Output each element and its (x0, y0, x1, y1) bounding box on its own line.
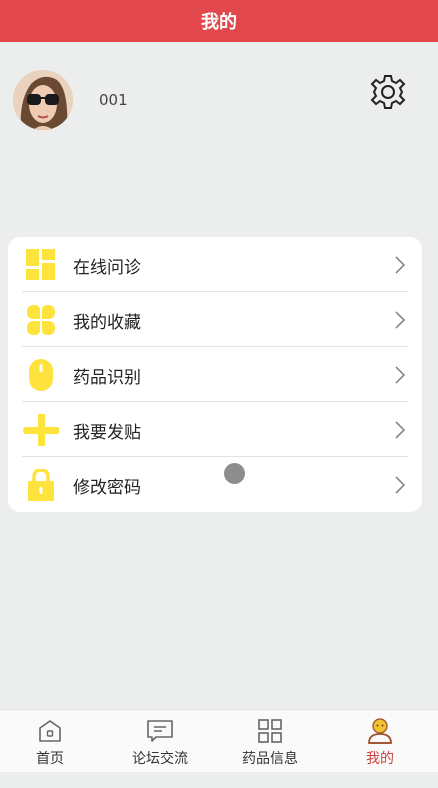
tab-label: 药品信息 (242, 751, 298, 767)
chevron-right-icon (394, 310, 406, 330)
tab-mine[interactable]: 我的 (325, 710, 435, 773)
lock-icon (23, 468, 59, 501)
bottom-tab-bar: 首页 论坛交流 药品信息 我的 (0, 709, 438, 772)
username: 001 (99, 91, 128, 109)
menu-card: 在线问诊 我的收藏 药品识别 我要发贴 修改密码 (8, 237, 422, 512)
touch-indicator (224, 463, 245, 484)
user-icon (366, 718, 394, 744)
page-title: 我的 (201, 12, 237, 33)
plus-icon (23, 412, 60, 448)
clover-icon (23, 304, 59, 336)
chevron-right-icon (394, 420, 406, 440)
mouse-icon (23, 359, 59, 391)
tab-label: 首页 (36, 751, 64, 767)
menu-item-label: 药品识别 (73, 368, 141, 388)
tab-forum[interactable]: 论坛交流 (105, 710, 215, 773)
tab-drug-info[interactable]: 药品信息 (215, 710, 325, 773)
menu-item-new-post[interactable]: 我要发贴 (8, 402, 422, 457)
tab-label: 论坛交流 (132, 751, 188, 767)
home-icon (36, 718, 64, 744)
profile-section: 001 (0, 42, 438, 162)
tab-home[interactable]: 首页 (0, 710, 105, 773)
menu-item-change-password[interactable]: 修改密码 (8, 457, 422, 512)
avatar[interactable] (13, 70, 73, 130)
page-header: 我的 (0, 0, 438, 42)
menu-item-drug-recognition[interactable]: 药品识别 (8, 347, 422, 402)
chevron-right-icon (394, 365, 406, 385)
grid-blocks-icon (23, 249, 59, 281)
grid-icon (256, 718, 284, 744)
menu-item-label: 我的收藏 (73, 313, 141, 333)
menu-item-label: 修改密码 (73, 478, 141, 498)
settings-gear-icon[interactable] (368, 72, 408, 112)
menu-item-label: 我要发贴 (73, 423, 141, 443)
chevron-right-icon (394, 475, 406, 495)
menu-item-favorites[interactable]: 我的收藏 (8, 292, 422, 347)
tab-label: 我的 (366, 751, 394, 767)
menu-item-label: 在线问诊 (73, 258, 141, 278)
menu-item-online-consultation[interactable]: 在线问诊 (8, 237, 422, 292)
bottom-strip (0, 772, 438, 788)
chevron-right-icon (394, 255, 406, 275)
chat-icon (146, 718, 174, 744)
